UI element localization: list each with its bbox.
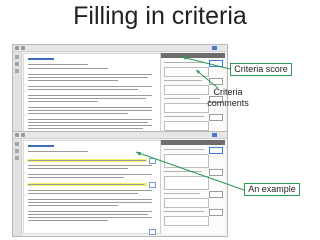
comment-marker-icon[interactable] xyxy=(149,229,156,235)
criterion-label xyxy=(164,149,204,150)
text-line xyxy=(28,174,152,175)
text-line xyxy=(28,220,108,221)
text-line xyxy=(28,165,152,166)
tool-icon[interactable] xyxy=(15,62,19,66)
nav-icon[interactable] xyxy=(21,133,25,137)
app-logo-icon xyxy=(212,133,217,137)
criteria-score-select[interactable] xyxy=(209,114,223,121)
tool-icon[interactable] xyxy=(15,69,19,73)
menu-icon[interactable] xyxy=(15,133,19,137)
criteria-comment-field[interactable] xyxy=(164,121,209,131)
text-line xyxy=(28,119,152,120)
text-line xyxy=(28,125,152,126)
text-line xyxy=(28,205,118,206)
text-line xyxy=(28,80,118,81)
text-line xyxy=(28,151,88,152)
criteria-comment-field[interactable] xyxy=(164,198,209,208)
criterion-label xyxy=(164,98,200,99)
criteria-score-select[interactable] xyxy=(209,60,223,67)
text-line xyxy=(28,214,148,215)
tool-icon[interactable] xyxy=(15,55,19,59)
app-toolbar xyxy=(13,45,227,52)
an-example-callout: An example xyxy=(244,183,300,196)
left-toolbar xyxy=(13,139,22,236)
text-line xyxy=(28,113,128,114)
text-line xyxy=(28,199,152,200)
text-line xyxy=(28,95,152,96)
nav-icon[interactable] xyxy=(21,46,25,50)
text-line xyxy=(28,77,148,78)
document-heading xyxy=(28,145,54,147)
criteria-score-select[interactable] xyxy=(209,147,223,154)
text-line xyxy=(28,64,88,65)
criteria-score-select[interactable] xyxy=(209,191,223,198)
app-logo-icon xyxy=(212,46,217,50)
text-line xyxy=(28,184,144,185)
criteria-panel xyxy=(160,140,225,234)
text-line xyxy=(28,190,152,191)
text-line xyxy=(28,202,152,203)
criteria-panel-header xyxy=(161,53,225,58)
comment-marker-icon[interactable] xyxy=(149,182,156,188)
slide-title: Filling in criteria xyxy=(73,2,247,30)
criteria-comment-field[interactable] xyxy=(164,216,209,226)
document-heading xyxy=(28,58,54,60)
criterion-label xyxy=(164,171,202,172)
screenshot-example xyxy=(12,131,228,237)
text-line xyxy=(28,193,138,194)
criterion-label xyxy=(164,80,202,81)
criteria-comments-callout: Criteria comments xyxy=(207,87,249,108)
text-line xyxy=(28,160,146,161)
criteria-comment-field[interactable] xyxy=(164,67,209,77)
text-line xyxy=(28,89,138,90)
criteria-score-select[interactable] xyxy=(209,169,223,176)
text-line xyxy=(28,168,128,169)
criteria-comment-field[interactable] xyxy=(164,176,209,190)
text-line xyxy=(28,98,146,99)
tool-icon[interactable] xyxy=(15,142,19,146)
document-pane xyxy=(23,140,161,235)
criterion-label xyxy=(164,193,200,194)
criterion-label xyxy=(164,62,204,63)
text-line xyxy=(28,211,152,212)
text-line xyxy=(28,74,152,75)
text-line xyxy=(28,110,152,111)
tool-icon[interactable] xyxy=(15,149,19,153)
app-toolbar xyxy=(13,132,227,139)
text-line xyxy=(28,128,143,129)
text-line xyxy=(28,68,108,69)
text-line xyxy=(28,101,98,102)
menu-icon[interactable] xyxy=(15,46,19,50)
criteria-score-select[interactable] xyxy=(209,209,223,216)
text-line xyxy=(28,217,152,218)
criterion-label xyxy=(164,116,204,117)
comment-marker-icon[interactable] xyxy=(149,158,156,164)
criteria-comment-field[interactable] xyxy=(164,154,209,168)
criterion-label xyxy=(164,211,204,212)
text-line xyxy=(28,122,148,123)
text-line xyxy=(28,177,124,178)
criteria-score-callout: Criteria score xyxy=(230,63,292,76)
criteria-panel-header xyxy=(161,140,225,145)
tool-icon[interactable] xyxy=(15,156,19,160)
criteria-score-select[interactable] xyxy=(209,78,223,85)
text-line xyxy=(28,86,152,87)
text-line xyxy=(28,107,152,108)
